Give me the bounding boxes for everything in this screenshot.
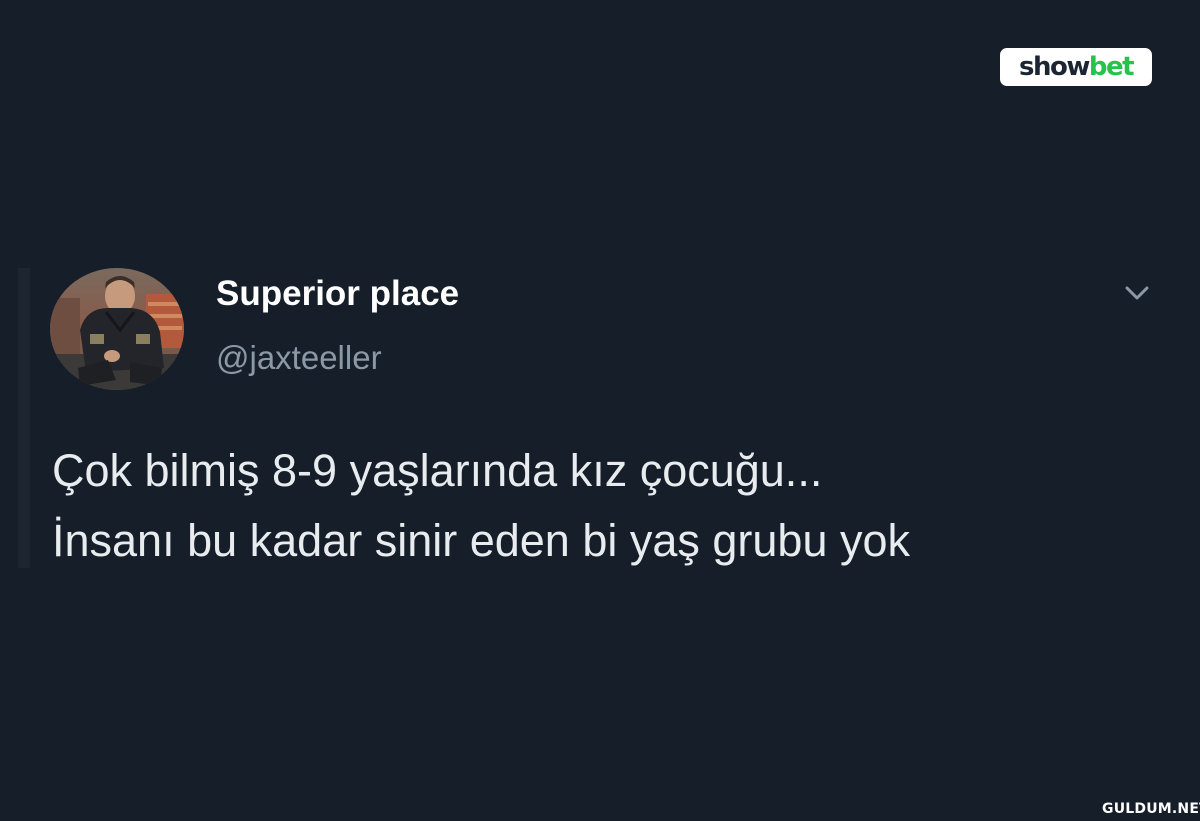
chevron-down-icon — [1125, 286, 1149, 300]
logo-text-show: show — [1018, 52, 1090, 82]
more-options-button[interactable] — [1120, 278, 1154, 308]
author-display-name[interactable]: Superior place — [216, 274, 459, 314]
author-handle[interactable]: @jaxteeller — [216, 338, 382, 378]
tweet-text-line: Çok bilmiş 8-9 yaşlarında kız çocuğu... — [52, 445, 823, 496]
avatar[interactable] — [50, 268, 184, 390]
tweet-text-line: İnsanı bu kadar sinir eden bi yaş grubu … — [52, 515, 911, 566]
tweet-text: Çok bilmiş 8-9 yaşlarında kız çocuğu... … — [52, 436, 1152, 576]
avatar-photo — [50, 268, 184, 390]
logo-text-bet: bet — [1088, 52, 1135, 82]
site-watermark: GULDUM.NET — [1102, 801, 1200, 817]
showbet-logo: show bet — [1000, 48, 1152, 86]
